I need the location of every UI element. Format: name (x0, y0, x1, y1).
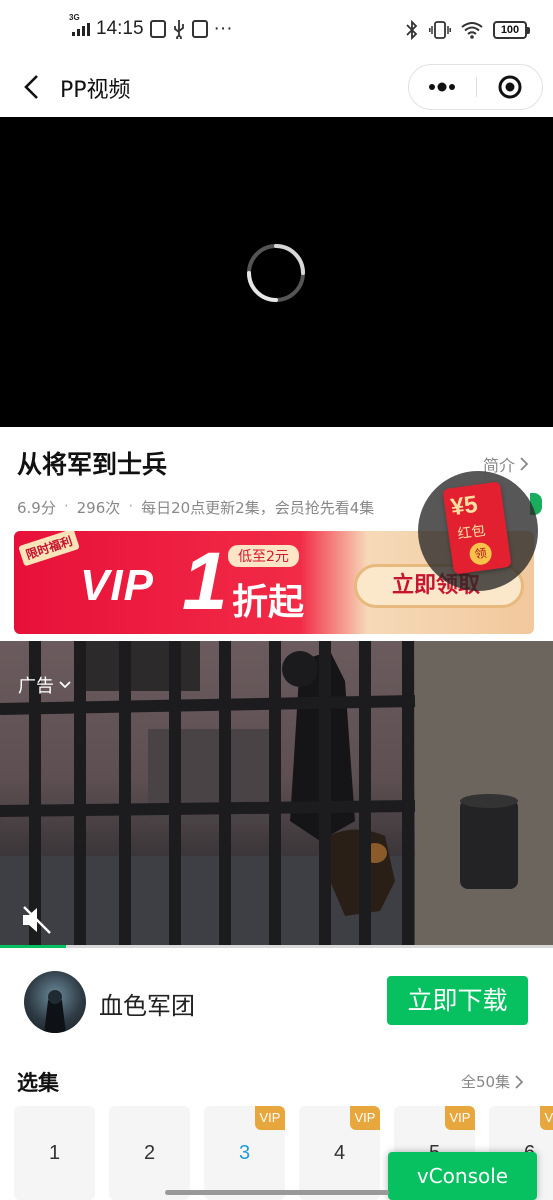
show-update-info: 每日20点更新2集，会员抢先看4集 (141, 499, 375, 517)
episode-number: 3 (238, 1142, 251, 1164)
red-packet-amount: ¥5 (449, 490, 480, 522)
episode-number: 1 (48, 1142, 61, 1164)
chevron-right-icon (520, 457, 529, 471)
vip-flag: 限时福利 (18, 531, 80, 567)
title-bar: PP视频 (0, 60, 553, 116)
signal-icon: 3G (69, 13, 90, 36)
vip-discount: 折起 (232, 582, 305, 623)
meta-separator: · (128, 497, 134, 515)
ad-video[interactable]: 广告 (0, 641, 553, 947)
vip-number: 1 (182, 536, 228, 627)
episode-item[interactable]: 2 (109, 1106, 190, 1200)
mute-icon[interactable] (20, 905, 54, 935)
advertiser-avatar[interactable] (24, 971, 86, 1033)
episode-number: 4 (333, 1142, 346, 1164)
vip-badge: VIP (540, 1106, 553, 1130)
vip-word: VIP (80, 561, 154, 610)
network-type: 3G (69, 13, 80, 22)
show-title: 从将军到士兵 (17, 450, 168, 479)
page-title: PP视频 (60, 78, 131, 103)
vconsole-button[interactable]: vConsole (388, 1152, 537, 1200)
vip-badge: VIP (445, 1106, 475, 1130)
back-icon[interactable] (18, 72, 48, 102)
red-packet-label: 红包 (456, 522, 487, 543)
advertiser-name: 血色军团 (99, 992, 195, 1020)
wifi-icon (461, 22, 483, 39)
usb-icon (173, 20, 184, 39)
vip-low-badge: 低至2元 (228, 545, 299, 567)
episode-number: 2 (143, 1142, 156, 1164)
chevron-down-icon (59, 681, 71, 689)
status-time: 14:15 (96, 18, 144, 39)
ad-label[interactable]: 广告 (18, 672, 72, 698)
red-packet-float[interactable]: ¥5 红包 领 (418, 471, 538, 591)
video-player[interactable] (0, 117, 553, 427)
episode-item[interactable]: 4 VIP (299, 1106, 380, 1200)
notification-icon (149, 20, 166, 38)
advertiser-avatar-image (44, 990, 66, 1033)
show-meta: 6.9分 · 296次 · 每日20点更新2集，会员抢先看4集 (17, 497, 374, 518)
meta-separator: · (63, 497, 69, 515)
battery-icon: 100 (493, 21, 530, 39)
episodes-title: 选集 (17, 1071, 59, 1095)
loading-spinner-icon (247, 244, 305, 302)
more-notifications-icon: ··· (213, 18, 233, 39)
app-notification-icon (191, 20, 208, 38)
red-packet-claim: 领 (468, 541, 494, 567)
red-envelope-icon: ¥5 红包 领 (442, 481, 512, 575)
mini-program-capsule (408, 64, 543, 110)
vip-badge: VIP (350, 1106, 380, 1130)
more-menu-icon[interactable] (409, 65, 476, 109)
ad-label-text: 广告 (18, 676, 54, 697)
download-button[interactable]: 立即下载 (387, 976, 528, 1025)
status-bar: 3G 14:15 ··· 100 (0, 0, 553, 60)
all-episodes-label: 全50集 (461, 1073, 511, 1091)
vibrate-icon (429, 21, 451, 39)
bluetooth-icon (406, 20, 418, 40)
ad-scene-image (0, 641, 518, 947)
episode-item[interactable]: 1 (14, 1106, 95, 1200)
status-left: 3G 14:15 ··· (69, 13, 233, 40)
show-score: 6.9分 (17, 499, 56, 517)
ad-progress-bar (0, 945, 553, 948)
chevron-right-icon (515, 1074, 524, 1089)
ad-progress-fill (0, 945, 67, 948)
vip-badge: VIP (255, 1106, 285, 1130)
home-indicator[interactable] (165, 1190, 389, 1195)
all-episodes-link[interactable]: 全50集 (461, 1071, 524, 1092)
close-mini-program-icon[interactable] (477, 65, 543, 109)
status-right: 100 (405, 20, 530, 40)
show-plays: 296次 (76, 499, 121, 517)
episode-item-active[interactable]: 3 VIP (204, 1106, 285, 1200)
